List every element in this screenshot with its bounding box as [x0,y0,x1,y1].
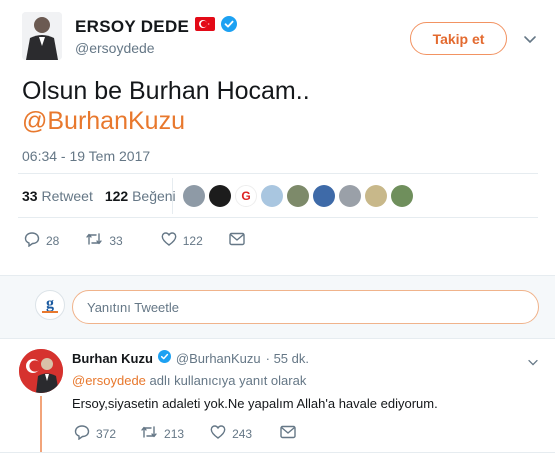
reply-count: 28 [46,233,60,248]
follow-button[interactable]: Takip et [410,22,507,55]
like-stat-count: 122 [104,188,129,204]
tweet-timestamp[interactable]: 06:34 - 19 Tem 2017 [22,148,150,164]
reply-author-name[interactable]: Burhan Kuzu [72,351,153,366]
reply-actions: 372 213 243 [74,424,296,443]
like-count: 243 [232,426,253,441]
heart-icon [210,424,226,443]
liker-avatar[interactable] [209,185,231,207]
divider [18,217,538,218]
liker-avatar[interactable]: G [235,185,257,207]
author-avatar[interactable] [22,12,62,60]
reply-count: 372 [96,426,117,441]
retweet-stat[interactable]: 33 Retweet [22,188,93,204]
author-name-row: ERSOY DEDE [75,16,238,37]
heart-icon [161,231,177,250]
like-count: 122 [182,233,203,248]
retweet-count: 33 [109,233,123,248]
turkish-flag-icon [195,17,216,36]
retweet-icon [140,424,158,443]
thread-line [40,396,42,453]
retweet-icon [85,231,103,250]
reply-input[interactable]: Yanıtını Tweetle [72,290,539,324]
reply-author-avatar[interactable] [19,349,63,393]
liker-avatar[interactable] [261,185,283,207]
retweet-stat-label: Retweet [41,188,93,204]
tweet-mention-link[interactable]: @BurhanKuzu [22,106,185,136]
retweet-count: 213 [164,426,185,441]
chevron-down-icon[interactable] [527,354,539,372]
tweet-text: Olsun be Burhan Hocam.. [22,77,310,105]
retweet-stat-count: 33 [22,188,38,204]
retweet-button[interactable]: 33 [85,231,123,250]
like-button[interactable]: 122 [161,231,203,250]
retweet-button[interactable]: 213 [140,424,184,443]
svg-text:g: g [46,295,54,312]
liker-avatar[interactable] [339,185,361,207]
reply-header: Burhan Kuzu @BurhanKuzu · 55 dk. [72,350,309,366]
reply-button[interactable]: 28 [24,231,59,250]
like-stat-label: Beğeni [132,188,176,204]
stats-separator [172,178,173,214]
direct-message-button[interactable] [229,232,245,249]
envelope-icon [280,425,296,442]
liker-avatar[interactable] [287,185,309,207]
author-name[interactable]: ERSOY DEDE [75,17,189,37]
tweet-stats: 33 Retweet 122 Beğeni [22,188,176,204]
reply-button[interactable]: 372 [74,424,116,443]
verified-icon [221,16,238,37]
liker-avatar[interactable] [365,185,387,207]
liker-avatar[interactable] [391,185,413,207]
chevron-down-icon[interactable] [523,32,537,50]
direct-message-button[interactable] [280,425,296,442]
reply-icon [74,424,90,443]
like-stat[interactable]: 122 Beğeni [105,188,176,204]
reply-to-mention[interactable]: @ersoydede [72,373,146,388]
reply-icon [24,231,40,250]
reply-age[interactable]: · 55 dk. [266,351,309,366]
reply-to-suffix: adlı kullanıcıya yanıt olarak [149,373,307,388]
reply-text: Ersoy,siyasetin adaleti yok.Ne yapalım A… [72,396,438,411]
divider [18,173,538,174]
like-button[interactable]: 243 [210,424,252,443]
likers-avatars: G [183,185,413,207]
liker-avatar[interactable] [183,185,205,207]
envelope-icon [229,232,245,249]
current-user-avatar[interactable]: g [35,290,65,320]
verified-icon [157,350,171,366]
tweet-actions: 28 33 122 [24,231,245,250]
author-handle[interactable]: @ersoydede [75,40,155,56]
reply-context: @ersoydede adlı kullanıcıya yanıt olarak [72,373,306,388]
reply-author-handle[interactable]: @BurhanKuzu [176,351,261,366]
liker-avatar[interactable] [313,185,335,207]
